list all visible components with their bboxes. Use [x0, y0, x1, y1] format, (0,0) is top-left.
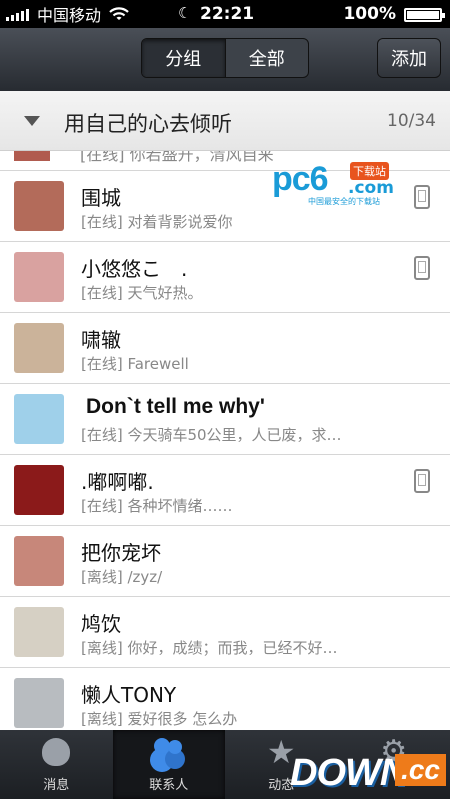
pc6-domain: .com — [348, 178, 394, 198]
contact-status: [在线] 你若盛开，清风自来 — [80, 151, 274, 164]
avatar — [14, 323, 64, 373]
avatar — [14, 181, 64, 231]
contact-name: 小悠悠こ . — [81, 257, 188, 281]
contacts-icon — [152, 738, 186, 766]
contact-row[interactable]: .嘟啊嘟. [在线] 各种坏情绪…… — [0, 455, 450, 526]
contact-row[interactable]: 鸠饮 [离线] 你好，成绩；而我，已经不好… — [0, 597, 450, 668]
segment-groups[interactable]: 分组 — [142, 39, 226, 77]
contact-status: [在线] 各种坏情绪…… — [81, 497, 233, 515]
avatar — [14, 394, 64, 444]
avatar — [14, 252, 64, 302]
contact-name: .嘟啊嘟. — [81, 470, 154, 494]
group-online-count: 10/34 — [387, 111, 436, 131]
down-cc-watermark-logo: DOWN .cc — [290, 752, 446, 796]
group-header[interactable]: 用自己的心去倾听 10/34 — [0, 91, 450, 151]
signal-icon — [6, 7, 29, 21]
pc6-logo-text: pc6 — [272, 160, 329, 198]
contact-status: [在线] 今天骑车50公里，人已废，求… — [81, 426, 342, 444]
tab-messages[interactable]: 消息 — [0, 730, 113, 799]
tab-label: 消息 — [43, 778, 70, 793]
down-logo-text: DOWN — [290, 752, 407, 794]
battery-level — [407, 11, 439, 19]
do-not-disturb-moon-icon: ☾ — [178, 4, 192, 22]
group-all-segmented-control: 分组 全部 — [141, 38, 309, 78]
contact-name: 围城 — [81, 186, 121, 210]
contact-name: 懒人TONY — [81, 683, 177, 707]
contact-name: 啸辙 — [81, 328, 121, 352]
contact-status: [在线] 对着背影说爱你 — [81, 213, 233, 231]
add-button[interactable]: 添加 — [377, 38, 441, 78]
contact-status: [离线] 你好，成绩；而我，已经不好… — [81, 639, 338, 657]
group-title: 用自己的心去倾听 — [64, 112, 232, 136]
contact-status: [离线] /zyz/ — [81, 568, 163, 586]
mobile-phone-icon — [414, 469, 430, 493]
chat-bubble-icon — [42, 738, 71, 766]
contact-row[interactable]: Don`t tell me why' [在线] 今天骑车50公里，人已废，求… — [0, 384, 450, 455]
contact-row[interactable]: 小悠悠こ . [在线] 天气好热。 — [0, 242, 450, 313]
contact-status: [在线] 天气好热。 — [81, 284, 203, 302]
tab-contacts[interactable]: 联系人 — [112, 730, 225, 799]
expand-triangle-icon — [24, 116, 40, 126]
carrier-name: 中国移动 — [37, 6, 102, 25]
pc6-subtitle: 中国最安全的下载站 — [308, 197, 380, 206]
clock: 22:21 — [200, 4, 255, 24]
mobile-phone-icon — [414, 256, 430, 280]
avatar — [14, 536, 64, 586]
contact-status: [在线] Farewell — [81, 355, 189, 373]
contact-row[interactable]: 把你宠坏 [离线] /zyz/ — [0, 526, 450, 597]
battery-percent: 100% — [343, 4, 396, 24]
avatar — [14, 465, 64, 515]
contact-status: [离线] 爱好很多 怎么办 — [81, 710, 238, 728]
contact-list: [在线] 你若盛开，清风自来 围城 [在线] 对着背影说爱你小悠悠こ . [在线] … — [0, 151, 450, 730]
mobile-phone-icon — [414, 185, 430, 209]
wifi-icon — [109, 7, 129, 20]
down-logo-suffix: .cc — [395, 754, 446, 786]
battery-icon — [404, 8, 445, 22]
avatar — [14, 678, 64, 728]
status-bar: 中国移动 ☾ 22:21 100% — [0, 0, 450, 28]
contact-name: 把你宠坏 — [81, 541, 161, 565]
segment-all[interactable]: 全部 — [226, 39, 309, 77]
tab-label: 联系人 — [149, 778, 189, 793]
contact-row[interactable]: 懒人TONY [离线] 爱好很多 怎么办 — [0, 668, 450, 730]
contact-name: 鸠饮 — [81, 612, 121, 636]
nav-bar: 分组 全部 添加 — [0, 28, 450, 91]
contact-name: Don`t tell me why' — [86, 395, 265, 418]
avatar — [14, 151, 50, 161]
pc6-watermark-logo: pc6 下载站 .com 中国最安全的下载站 — [272, 160, 400, 206]
contact-row[interactable]: 啸辙 [在线] Farewell — [0, 313, 450, 384]
avatar — [14, 607, 64, 657]
